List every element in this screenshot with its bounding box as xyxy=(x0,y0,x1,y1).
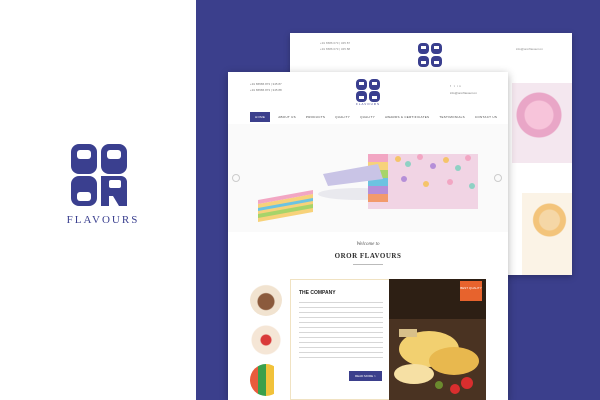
text-line xyxy=(299,347,383,348)
back-phone-2: +91 6586 073 | 345 88 xyxy=(320,47,351,51)
nav-contact[interactable]: CONTACT US xyxy=(473,112,499,122)
facebook-icon[interactable]: f xyxy=(450,84,452,88)
nav-quality-2[interactable]: QUALITY xyxy=(358,112,377,122)
back-macaron-image xyxy=(512,83,572,163)
hero-next-arrow-icon[interactable] xyxy=(494,174,502,182)
nav-testimonials[interactable]: TESTIMONIALS xyxy=(437,112,467,122)
page-title: OROR FLAVOURS xyxy=(334,252,402,260)
thumbnail-cake-2[interactable] xyxy=(250,324,282,356)
back-email: info@ororflavours.in xyxy=(516,47,543,51)
hero-prev-arrow-icon[interactable] xyxy=(232,174,240,182)
front-social-icons: f t in xyxy=(450,84,462,88)
back-phone-1: +91 6586 073 | 345 87 xyxy=(320,41,351,45)
text-line xyxy=(299,337,383,338)
nav-home[interactable]: HOME xyxy=(250,112,271,122)
text-line xyxy=(299,352,383,353)
welcome-text: Welcome to xyxy=(356,242,380,247)
text-line xyxy=(299,332,383,333)
text-line xyxy=(299,302,383,303)
title-divider xyxy=(353,264,383,265)
text-line xyxy=(299,327,383,328)
front-screenshot: +91 86586 873 | 345 87 +91 86586 873 | 3… xyxy=(228,72,508,400)
hero-cake-illustration xyxy=(228,124,508,232)
stage: FLAVOURS +91 6586 073 | 345 87 +91 6586 … xyxy=(0,0,600,400)
company-card: THE COMPANY READ MORE > xyxy=(290,279,390,400)
hero-cake-image xyxy=(228,124,508,232)
twitter-icon[interactable]: t xyxy=(454,84,456,88)
nav-products[interactable]: PRODUCTS xyxy=(304,112,327,122)
text-line xyxy=(299,317,383,318)
front-phone-1: +91 86586 873 | 345 87 xyxy=(250,82,282,86)
text-line xyxy=(299,312,383,313)
best-quality-badge: BEST QUALITY xyxy=(460,281,482,301)
front-phone-2: +91 86586 873 | 345 88 xyxy=(250,88,282,92)
nav-awards[interactable]: AWARDS & CERTIFICATES xyxy=(383,112,431,122)
text-line xyxy=(299,322,383,323)
front-email: info@ororflavours.in xyxy=(450,91,477,95)
front-logo-icon xyxy=(356,79,380,102)
ooror-logo-icon xyxy=(71,144,127,206)
front-logo-wordmark: FLAVOURS xyxy=(356,102,380,106)
front-nav: HOME ABOUT US PRODUCTS QUALITY QUALITY A… xyxy=(250,112,499,122)
thumbnail-cake-1[interactable] xyxy=(250,284,282,316)
food-photo: BEST QUALITY xyxy=(389,279,486,400)
text-line xyxy=(299,307,383,308)
thumbnail-bottles[interactable] xyxy=(250,364,282,396)
text-line xyxy=(299,342,383,343)
nav-quality-1[interactable]: QUALITY xyxy=(333,112,352,122)
brand-wordmark: FLAVOURS xyxy=(66,214,140,226)
text-line xyxy=(299,357,383,358)
back-icecream-image xyxy=(522,193,572,275)
read-more-button[interactable]: READ MORE > xyxy=(349,371,382,381)
nav-about[interactable]: ABOUT US xyxy=(276,112,298,122)
back-logo-icon xyxy=(418,43,442,67)
instagram-icon[interactable]: in xyxy=(457,84,461,88)
company-heading: THE COMPANY xyxy=(299,290,336,296)
